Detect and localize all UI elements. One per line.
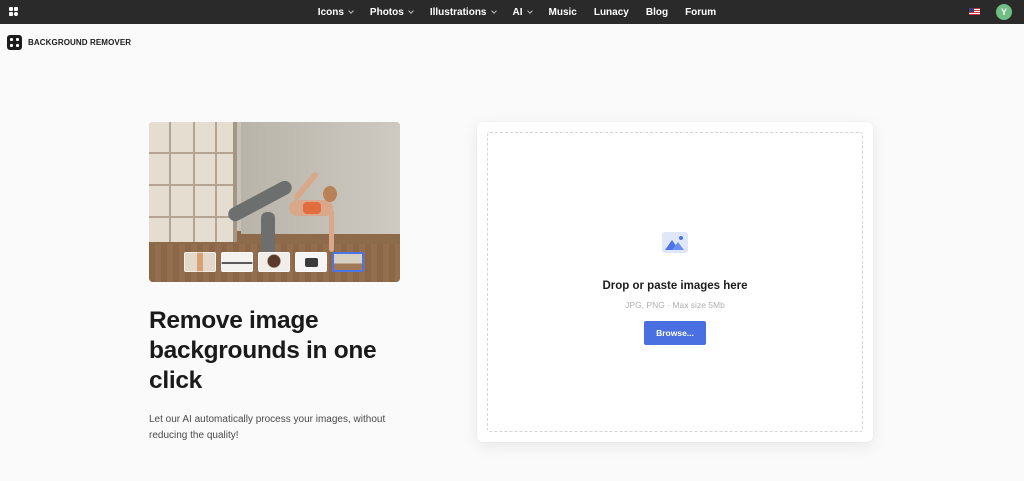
us-flag-icon[interactable]: [969, 8, 980, 15]
sample-thumbnail-camera[interactable]: [295, 252, 327, 272]
nav-item-label: Music: [548, 6, 577, 18]
nav-item-label: Forum: [685, 6, 717, 18]
sample-thumbnail-yoga-room[interactable]: [332, 252, 364, 272]
drop-zone[interactable]: Drop or paste images here JPG, PNG · Max…: [487, 132, 863, 432]
nav-item-label: Icons: [317, 6, 344, 18]
nav-item-forum[interactable]: Forum: [685, 7, 716, 18]
nav-item-music[interactable]: Music: [549, 7, 577, 18]
page-subtext: Let our AI automatically process your im…: [149, 414, 386, 441]
chevron-down-icon: [526, 8, 533, 14]
drop-title: Drop or paste images here: [602, 280, 748, 292]
nav-item-ai[interactable]: AI: [512, 6, 533, 18]
sample-thumbnail-product-shoes[interactable]: [221, 252, 253, 272]
chevron-down-icon: [348, 8, 354, 14]
nav-item-icons[interactable]: Icons: [317, 6, 354, 18]
hero-example-image: [149, 122, 400, 282]
nav-item-label: Lunacy: [593, 6, 629, 18]
yoga-woman-figure: [211, 152, 337, 256]
app-brand[interactable]: BACKGROUND REMOVER: [7, 35, 131, 50]
nav-item-lunacy[interactable]: Lunacy: [594, 7, 629, 18]
sample-thumbnail-woman-portrait[interactable]: [184, 252, 216, 272]
page-headline: Remove image backgrounds in one click: [149, 307, 377, 394]
sparkle-grid-icon: [7, 35, 22, 50]
nav-item-label: Photos: [369, 6, 404, 18]
top-navigation-bar: Icons Photos Illustrations AI Music Lunacy Blo…: [0, 0, 1024, 24]
nav-item-photos[interactable]: Photos: [369, 6, 414, 18]
nav-item-label: AI: [512, 6, 523, 18]
sample-thumbnails: [184, 252, 364, 272]
app-title: BACKGROUND REMOVER: [28, 38, 132, 47]
user-avatar[interactable]: Y: [996, 4, 1012, 20]
nav-item-label: Illustrations: [429, 6, 487, 18]
browse-button[interactable]: Browse...: [644, 321, 706, 345]
chevron-down-icon: [490, 8, 497, 14]
sample-thumbnail-woman-curly-hair[interactable]: [258, 252, 290, 272]
nav-item-blog[interactable]: Blog: [646, 7, 668, 18]
nav-menu: Icons Photos Illustrations AI Music Lunacy Blo…: [0, 0, 1024, 24]
chevron-down-icon: [407, 8, 414, 14]
image-upload-icon: [662, 232, 688, 253]
nav-item-illustrations[interactable]: Illustrations: [429, 6, 497, 18]
drop-hint: JPG, PNG · Max size 5Mb: [625, 300, 725, 310]
upload-card: Drop or paste images here JPG, PNG · Max…: [477, 122, 873, 442]
nav-item-label: Blog: [645, 6, 669, 18]
